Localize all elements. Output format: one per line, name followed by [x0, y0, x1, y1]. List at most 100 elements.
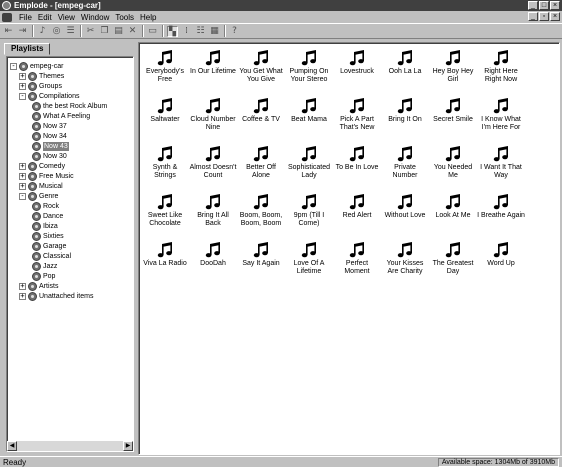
tree-item[interactable]: Classical	[32, 252, 71, 261]
document-icon[interactable]	[2, 12, 12, 22]
tree-item[interactable]: + Themes	[19, 72, 64, 81]
delete-icon[interactable]: ✕	[127, 26, 138, 37]
expand-icon[interactable]: +	[19, 293, 26, 300]
small-icons-icon[interactable]: ⁞	[181, 26, 192, 37]
track-item[interactable]: DooDah	[189, 241, 237, 268]
close-button[interactable]: ×	[550, 1, 560, 10]
tree-item[interactable]: Now 37	[32, 122, 67, 131]
find-icon[interactable]: ◎	[51, 26, 62, 37]
track-item[interactable]: Your Kisses Are Charity	[381, 241, 429, 276]
track-item[interactable]: Secret Smile	[429, 97, 477, 124]
track-item[interactable]: Better Off Alone	[237, 145, 285, 180]
track-item[interactable]: Pumping On Your Stereo	[285, 49, 333, 84]
track-item[interactable]: I Breathe Again	[477, 193, 525, 220]
track-item[interactable]: 9pm (Till I Come)	[285, 193, 333, 228]
large-icons-icon[interactable]: ▚	[167, 25, 178, 37]
track-item[interactable]: You Needed Me	[429, 145, 477, 180]
track-item[interactable]: Red Alert	[333, 193, 381, 220]
collapse-icon[interactable]: -	[10, 63, 17, 70]
track-item[interactable]: Coffee & TV	[237, 97, 285, 124]
tree-item[interactable]: Now 43	[32, 142, 69, 151]
track-item[interactable]: Sophisticated Lady	[285, 145, 333, 180]
track-item[interactable]: Viva La Radio	[141, 241, 189, 268]
menu-window[interactable]: Window	[78, 13, 112, 22]
track-item[interactable]: Boom, Boom, Boom, Boom	[237, 193, 285, 228]
tree-item[interactable]: + Groups	[19, 82, 62, 91]
track-item[interactable]: Everybody's Free	[141, 49, 189, 84]
cut-icon[interactable]: ✂	[85, 26, 96, 37]
track-item[interactable]: Perfect Moment	[333, 241, 381, 276]
track-item[interactable]: Lovestruck	[333, 49, 381, 76]
track-item[interactable]: Bring It On	[381, 97, 429, 124]
track-item[interactable]: Ooh La La	[381, 49, 429, 76]
horizontal-scrollbar[interactable]: ◀ ▶	[7, 441, 133, 451]
tree-item[interactable]: What A Feeling	[32, 112, 90, 121]
doc-close-button[interactable]: ×	[550, 12, 560, 21]
track-item[interactable]: I Want It That Way	[477, 145, 525, 180]
paste-icon[interactable]: ▤	[113, 26, 124, 37]
expand-icon[interactable]: +	[19, 283, 26, 290]
minimize-button[interactable]: _	[528, 1, 538, 10]
tree-item[interactable]: Jazz	[32, 262, 57, 271]
expand-icon[interactable]: +	[19, 73, 26, 80]
doc-minimize-button[interactable]: _	[528, 12, 538, 21]
track-item[interactable]: Sweet Like Chocolate	[141, 193, 189, 228]
track-item[interactable]: Love Of A Lifetime	[285, 241, 333, 276]
track-item[interactable]: Pick A Part That's New	[333, 97, 381, 132]
track-item[interactable]: Private Number	[381, 145, 429, 180]
track-item[interactable]: Beat Mama	[285, 97, 333, 124]
view-toggle-icon[interactable]: ▭	[147, 26, 158, 37]
tree-item[interactable]: - Genre	[19, 192, 58, 201]
track-item[interactable]: Saltwater	[141, 97, 189, 124]
disconnect-icon[interactable]: ⇤	[3, 26, 14, 37]
track-item[interactable]: The Greatest Day	[429, 241, 477, 276]
expand-icon[interactable]: +	[19, 173, 26, 180]
track-list-view[interactable]: Everybody's Free In Our Lifetime You Get W…	[138, 42, 560, 455]
copy-icon[interactable]: ❐	[99, 26, 110, 37]
expand-icon[interactable]: +	[19, 183, 26, 190]
playlist-tree-view[interactable]: - empeg-car + Themes + Groups - Compilations the…	[6, 56, 134, 452]
menu-view[interactable]: View	[55, 13, 78, 22]
track-item[interactable]: Almost Doesn't Count	[189, 145, 237, 180]
scroll-track[interactable]	[17, 441, 123, 451]
track-item[interactable]: Cloud Number Nine	[189, 97, 237, 132]
track-item[interactable]: In Our Lifetime	[189, 49, 237, 76]
properties-icon[interactable]: ☰	[65, 26, 76, 37]
menu-file[interactable]: File	[16, 13, 35, 22]
scroll-left-button[interactable]: ◀	[7, 441, 17, 451]
track-item[interactable]: Synth & Strings	[141, 145, 189, 180]
emplode-app-icon[interactable]	[2, 1, 11, 10]
tree-item[interactable]: + Artists	[19, 282, 58, 291]
list-icon[interactable]: ☷	[195, 26, 206, 37]
menu-tools[interactable]: Tools	[112, 13, 137, 22]
tree-item[interactable]: Now 30	[32, 152, 67, 161]
track-item[interactable]: Bring It All Back	[189, 193, 237, 228]
maximize-button[interactable]: □	[539, 1, 549, 10]
tree-item[interactable]: + Musical	[19, 182, 63, 191]
connect-icon[interactable]: ⇥	[17, 26, 28, 37]
expand-icon[interactable]: +	[19, 83, 26, 90]
tree-item[interactable]: Now 34	[32, 132, 67, 141]
help-icon[interactable]: ?	[229, 26, 240, 37]
tree-item[interactable]: Sixties	[32, 232, 64, 241]
tree-item[interactable]: Pop	[32, 272, 55, 281]
track-item[interactable]: Hey Boy Hey Girl	[429, 49, 477, 84]
tree-item[interactable]: Ibiza	[32, 222, 58, 231]
track-item[interactable]: Word Up	[477, 241, 525, 268]
track-item[interactable]: Say It Again	[237, 241, 285, 268]
tree-item[interactable]: Garage	[32, 242, 66, 251]
menu-help[interactable]: Help	[137, 13, 159, 22]
doc-restore-button[interactable]: ▫	[539, 12, 549, 21]
tree-item[interactable]: the best Rock Album	[32, 102, 107, 111]
scroll-right-button[interactable]: ▶	[123, 441, 133, 451]
tree-item[interactable]: Dance	[32, 212, 63, 221]
details-icon[interactable]: ▦	[209, 26, 220, 37]
tree-item[interactable]: + Comedy	[19, 162, 65, 171]
new-playlist-icon[interactable]: ♪	[37, 26, 48, 37]
tree-item[interactable]: - Compilations	[19, 92, 79, 101]
collapse-icon[interactable]: -	[19, 193, 26, 200]
track-item[interactable]: Right Here Right Now	[477, 49, 525, 84]
expand-icon[interactable]: +	[19, 163, 26, 170]
tree-item[interactable]: + Unattached items	[19, 292, 93, 301]
track-item[interactable]: You Get What You Give	[237, 49, 285, 84]
